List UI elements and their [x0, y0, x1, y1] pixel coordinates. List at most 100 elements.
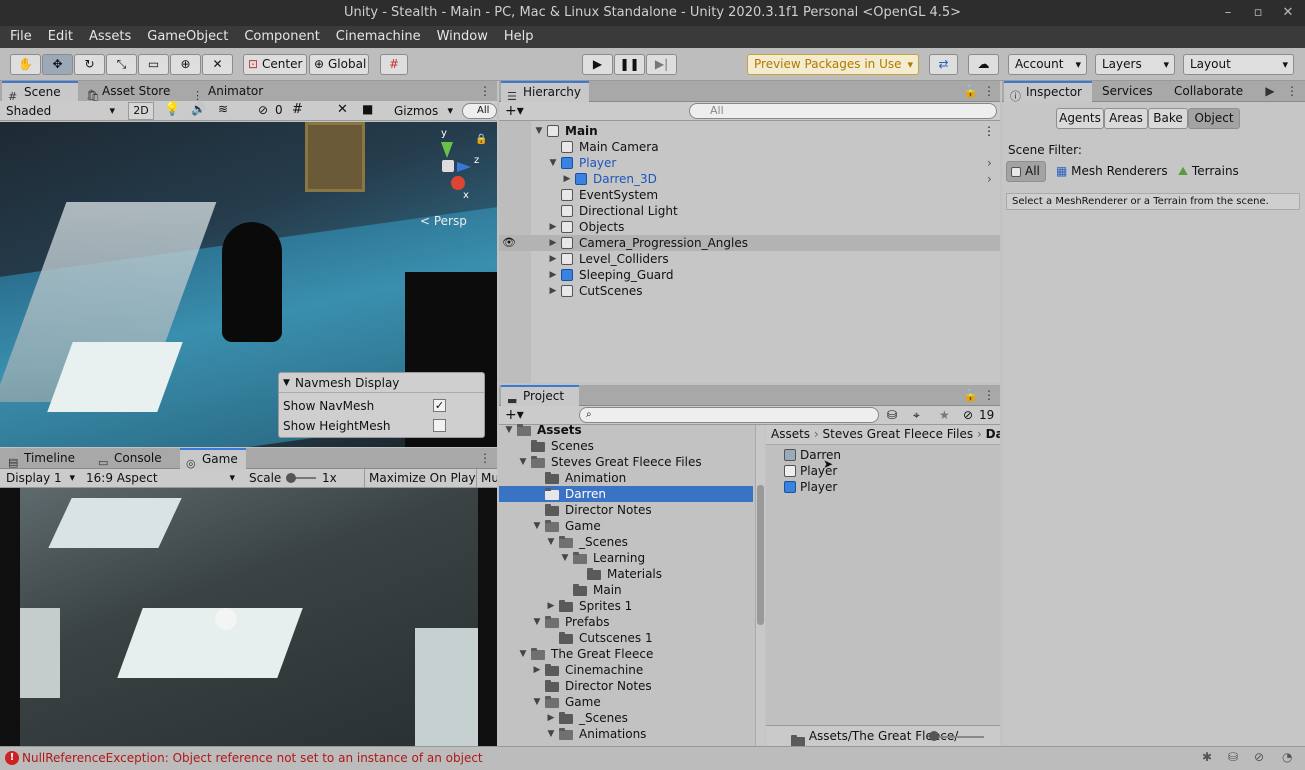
expand-right-icon[interactable]: ▶: [547, 283, 559, 299]
2d-toggle[interactable]: 2D: [128, 102, 154, 120]
menu-assets[interactable]: Assets: [81, 26, 139, 48]
expand-right-icon[interactable]: ▶: [531, 662, 543, 678]
icon-size-slider-handle[interactable]: [929, 731, 939, 741]
breadcrumb-steves[interactable]: Steves Great Fleece Files: [823, 427, 974, 441]
scale-slider-handle[interactable]: [286, 473, 296, 483]
expand-right-icon[interactable]: ▶: [547, 251, 559, 267]
custom-tool-button[interactable]: ✕: [202, 54, 233, 75]
tools-icon[interactable]: ✕: [337, 102, 348, 117]
bug-icon[interactable]: ✱: [1202, 750, 1212, 764]
tab-services[interactable]: Services: [1094, 81, 1166, 102]
transform-tool-button[interactable]: ⊕: [170, 54, 201, 75]
nav-tab-agents[interactable]: Agents: [1056, 108, 1104, 129]
project-folder-item[interactable]: Main: [499, 582, 753, 598]
grid-icon[interactable]: #: [292, 102, 303, 117]
show-heightmesh-checkbox[interactable]: [433, 419, 446, 432]
space-global-button[interactable]: ⊕ Global: [309, 54, 369, 75]
cache-icon[interactable]: ⛁: [1228, 750, 1238, 764]
expand-right-icon[interactable]: ▶: [545, 710, 557, 726]
expand-right-icon[interactable]: ▶: [547, 267, 559, 283]
project-folder-item[interactable]: ▼ Animations: [499, 726, 753, 742]
close-button[interactable]: ✕: [1275, 0, 1301, 26]
mute-audio-toggle[interactable]: Mu: [476, 469, 497, 487]
hidden-objects-icon[interactable]: ⊘: [258, 103, 268, 117]
project-tree-scrollbar[interactable]: [755, 425, 765, 746]
layout-dropdown[interactable]: Layout: [1183, 54, 1294, 75]
minimize-button[interactable]: –: [1215, 0, 1241, 26]
camera-icon[interactable]: ■: [362, 102, 373, 116]
maximize-button[interactable]: ▫: [1245, 0, 1271, 26]
auto-generate-icon[interactable]: ⊘: [1254, 750, 1264, 764]
expand-down-icon[interactable]: ▼: [547, 155, 559, 171]
tab-hierarchy[interactable]: ☰ Hierarchy: [501, 81, 589, 103]
search-by-type-icon[interactable]: ⛁: [887, 406, 897, 424]
project-folder-item[interactable]: ▼ Game: [499, 694, 753, 710]
move-tool-button[interactable]: ✥: [42, 54, 73, 75]
hierarchy-item[interactable]: ▼ Main ⋮: [499, 123, 1000, 139]
game-kebab-icon[interactable]: ⋮: [479, 448, 491, 469]
nav-tab-object[interactable]: Object: [1188, 108, 1240, 129]
scene-kebab-icon[interactable]: ⋮: [983, 123, 995, 139]
project-folder-item[interactable]: ▼ _Scenes: [499, 534, 753, 550]
tab-console[interactable]: ▭ Console: [92, 448, 178, 469]
nav-tab-bake[interactable]: Bake: [1148, 108, 1188, 129]
layers-dropdown[interactable]: Layers: [1095, 54, 1175, 75]
open-prefab-icon[interactable]: ›: [987, 155, 992, 171]
nav-tab-areas[interactable]: Areas: [1104, 108, 1148, 129]
hierarchy-search-input[interactable]: All: [689, 103, 997, 119]
display-dropdown[interactable]: Display 1: [2, 469, 80, 487]
hierarchy-add-button[interactable]: +▾: [505, 102, 524, 120]
tab-inspector[interactable]: ⓘ Inspector: [1004, 81, 1092, 103]
menu-component[interactable]: Component: [236, 26, 327, 48]
project-folder-item[interactable]: Director Notes: [499, 502, 753, 518]
navmesh-title[interactable]: ▼ Navmesh Display: [279, 373, 484, 393]
hidden-packages-icon[interactable]: ⊘: [963, 406, 973, 424]
lighting-icon[interactable]: 💡: [164, 102, 180, 117]
scale-tool-button[interactable]: ⤡: [106, 54, 137, 75]
project-tree-scroll-thumb[interactable]: [757, 485, 764, 625]
game-viewport[interactable]: [20, 488, 478, 746]
menu-window[interactable]: Window: [429, 26, 496, 48]
expand-right-icon[interactable]: ▶: [547, 219, 559, 235]
account-dropdown[interactable]: Account: [1008, 54, 1087, 75]
expand-down-icon[interactable]: ▼: [531, 614, 543, 630]
pause-button[interactable]: ❚❚: [614, 54, 645, 75]
hierarchy-item[interactable]: EventSystem: [499, 187, 1000, 203]
expand-down-icon[interactable]: ▼: [531, 518, 543, 534]
filter-terrains-button[interactable]: ⛰ Terrains: [1178, 164, 1239, 179]
rect-tool-button[interactable]: ▭: [138, 54, 169, 75]
cloud-button[interactable]: ☁: [968, 54, 999, 75]
perspective-label[interactable]: < Persp: [420, 214, 467, 228]
hierarchy-item[interactable]: ▶ Camera_Progression_Angles 👁: [499, 235, 1000, 251]
scene-search-input[interactable]: All: [462, 103, 497, 119]
hierarchy-item[interactable]: ▶ Objects: [499, 219, 1000, 235]
expand-down-icon[interactable]: ▼: [545, 534, 557, 550]
hierarchy-item[interactable]: ▶ Darren_3D ›: [499, 171, 1000, 187]
icon-size-slider-track[interactable]: [932, 736, 984, 738]
aspect-dropdown[interactable]: 16:9 Aspect: [82, 469, 240, 487]
project-folder-item[interactable]: ▶ Cinemachine: [499, 662, 753, 678]
preview-packages-dropdown[interactable]: Preview Packages in Use: [747, 54, 919, 75]
pivot-center-button[interactable]: ⊡ Center: [243, 54, 307, 75]
menu-file[interactable]: File: [0, 26, 40, 48]
breadcrumb-darren[interactable]: Da: [986, 427, 1000, 441]
audio-icon[interactable]: 🔊: [191, 102, 206, 116]
menu-cinemachine[interactable]: Cinemachine: [328, 26, 429, 48]
inspector-kebab-icon[interactable]: ⋮: [1286, 81, 1298, 102]
visibility-eye-icon[interactable]: 👁: [502, 235, 516, 251]
project-folder-item[interactable]: Director Notes: [499, 678, 753, 694]
expand-right-icon[interactable]: ▶: [547, 235, 559, 251]
hierarchy-item[interactable]: ▶ Level_Colliders: [499, 251, 1000, 267]
project-folder-item[interactable]: ▼ Prefabs: [499, 614, 753, 630]
show-navmesh-checkbox[interactable]: ✓: [433, 399, 446, 412]
collab-button[interactable]: ⇄: [929, 54, 958, 75]
project-folder-item[interactable]: ▼ Assets: [499, 422, 753, 438]
hand-tool-button[interactable]: ✋: [10, 54, 41, 75]
project-search-input[interactable]: ⌕: [579, 407, 879, 423]
tab-timeline[interactable]: ▤ Timeline: [2, 448, 88, 469]
play-button[interactable]: ▶: [582, 54, 613, 75]
scene-gizmo[interactable]: y z x 🔒: [413, 128, 487, 208]
lock-icon[interactable]: 🔒: [475, 134, 487, 145]
expand-down-icon[interactable]: ▼: [517, 646, 529, 662]
project-folder-item[interactable]: ▼ Game: [499, 518, 753, 534]
